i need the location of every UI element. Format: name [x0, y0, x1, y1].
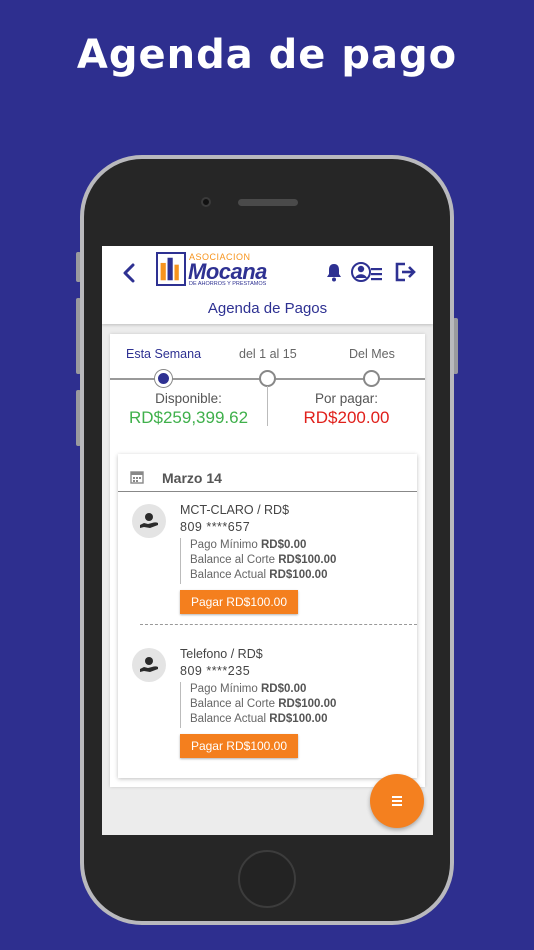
schedule-date: Marzo 14 — [162, 470, 222, 486]
menu-icon — [392, 796, 402, 806]
app-header: ASOCIACION Mocana DE AHORROS Y PRESTAMOS… — [102, 246, 433, 324]
money-hand-icon — [132, 648, 166, 682]
promo-title: Agenda de pago — [76, 32, 458, 78]
min-payment-line: Pago Mínimo RD$0.00 — [190, 539, 307, 551]
logo-mark-icon — [156, 252, 186, 286]
available-label: Disponible: — [155, 391, 222, 406]
app-screen: ASOCIACION Mocana DE AHORROS Y PRESTAMOS… — [102, 246, 433, 835]
stepper-dot-esta-semana[interactable] — [155, 370, 172, 387]
bill-separator — [140, 624, 417, 625]
bill-details: Pago Mínimo RD$0.00 Balance al Corte RD$… — [180, 682, 336, 728]
menu-fab-button[interactable] — [370, 774, 424, 828]
cut-balance-line: Balance al Corte RD$100.00 — [190, 554, 337, 567]
current-balance-line: Balance Actual RD$100.00 — [190, 569, 328, 582]
agenda-panel: Esta Semana del 1 al 15 Del Mes Disponib… — [110, 334, 425, 787]
tab-esta-semana[interactable]: Esta Semana — [126, 347, 201, 361]
stepper-dot-del-1-al-15[interactable] — [259, 370, 276, 387]
due-value: RD$200.00 — [303, 408, 390, 427]
bill-name: Telefono / RD$ — [180, 647, 263, 661]
front-camera — [201, 197, 211, 207]
cut-balance-line: Balance al Corte RD$100.00 — [190, 698, 337, 711]
pay-button[interactable]: Pagar RD$100.00 — [180, 590, 298, 614]
bill-details: Pago Mínimo RD$0.00 Balance al Corte RD$… — [180, 538, 336, 584]
logo-sub-text: DE AHORROS Y PRESTAMOS — [189, 281, 267, 287]
logout-icon[interactable] — [395, 262, 417, 282]
schedule-card: Marzo 14 MCT-CLARO / RD$ 809 ****657 Pag… — [118, 454, 417, 778]
bill-name: MCT-CLARO / RD$ — [180, 503, 290, 517]
current-balance-line: Balance Actual RD$100.00 — [190, 713, 328, 726]
calendar-icon — [130, 471, 144, 484]
due-label: Por pagar: — [314, 391, 379, 406]
schedule-card-header: Marzo 14 — [118, 454, 417, 492]
back-arrow-icon[interactable] — [120, 262, 138, 284]
home-button[interactable] — [238, 850, 296, 908]
bell-icon[interactable] — [325, 262, 343, 282]
bill-account: 809 ****657 — [180, 520, 251, 534]
page-title: Agenda de Pagos — [207, 300, 328, 317]
earpiece-speaker — [238, 199, 298, 206]
tab-del-1-al-15[interactable]: del 1 al 15 — [239, 347, 297, 361]
money-hand-icon — [132, 504, 166, 538]
mocana-logo: ASOCIACION Mocana DE AHORROS Y PRESTAMOS — [156, 252, 280, 288]
available-value: RD$259,399.62 — [128, 408, 249, 427]
tab-del-mes[interactable]: Del Mes — [349, 347, 395, 361]
stepper-dot-del-mes[interactable] — [363, 370, 380, 387]
pay-button[interactable]: Pagar RD$100.00 — [180, 734, 298, 758]
advisor-icon[interactable] — [351, 260, 383, 284]
bill-account: 809 ****235 — [180, 664, 251, 678]
min-payment-line: Pago Mínimo RD$0.00 — [190, 683, 307, 695]
